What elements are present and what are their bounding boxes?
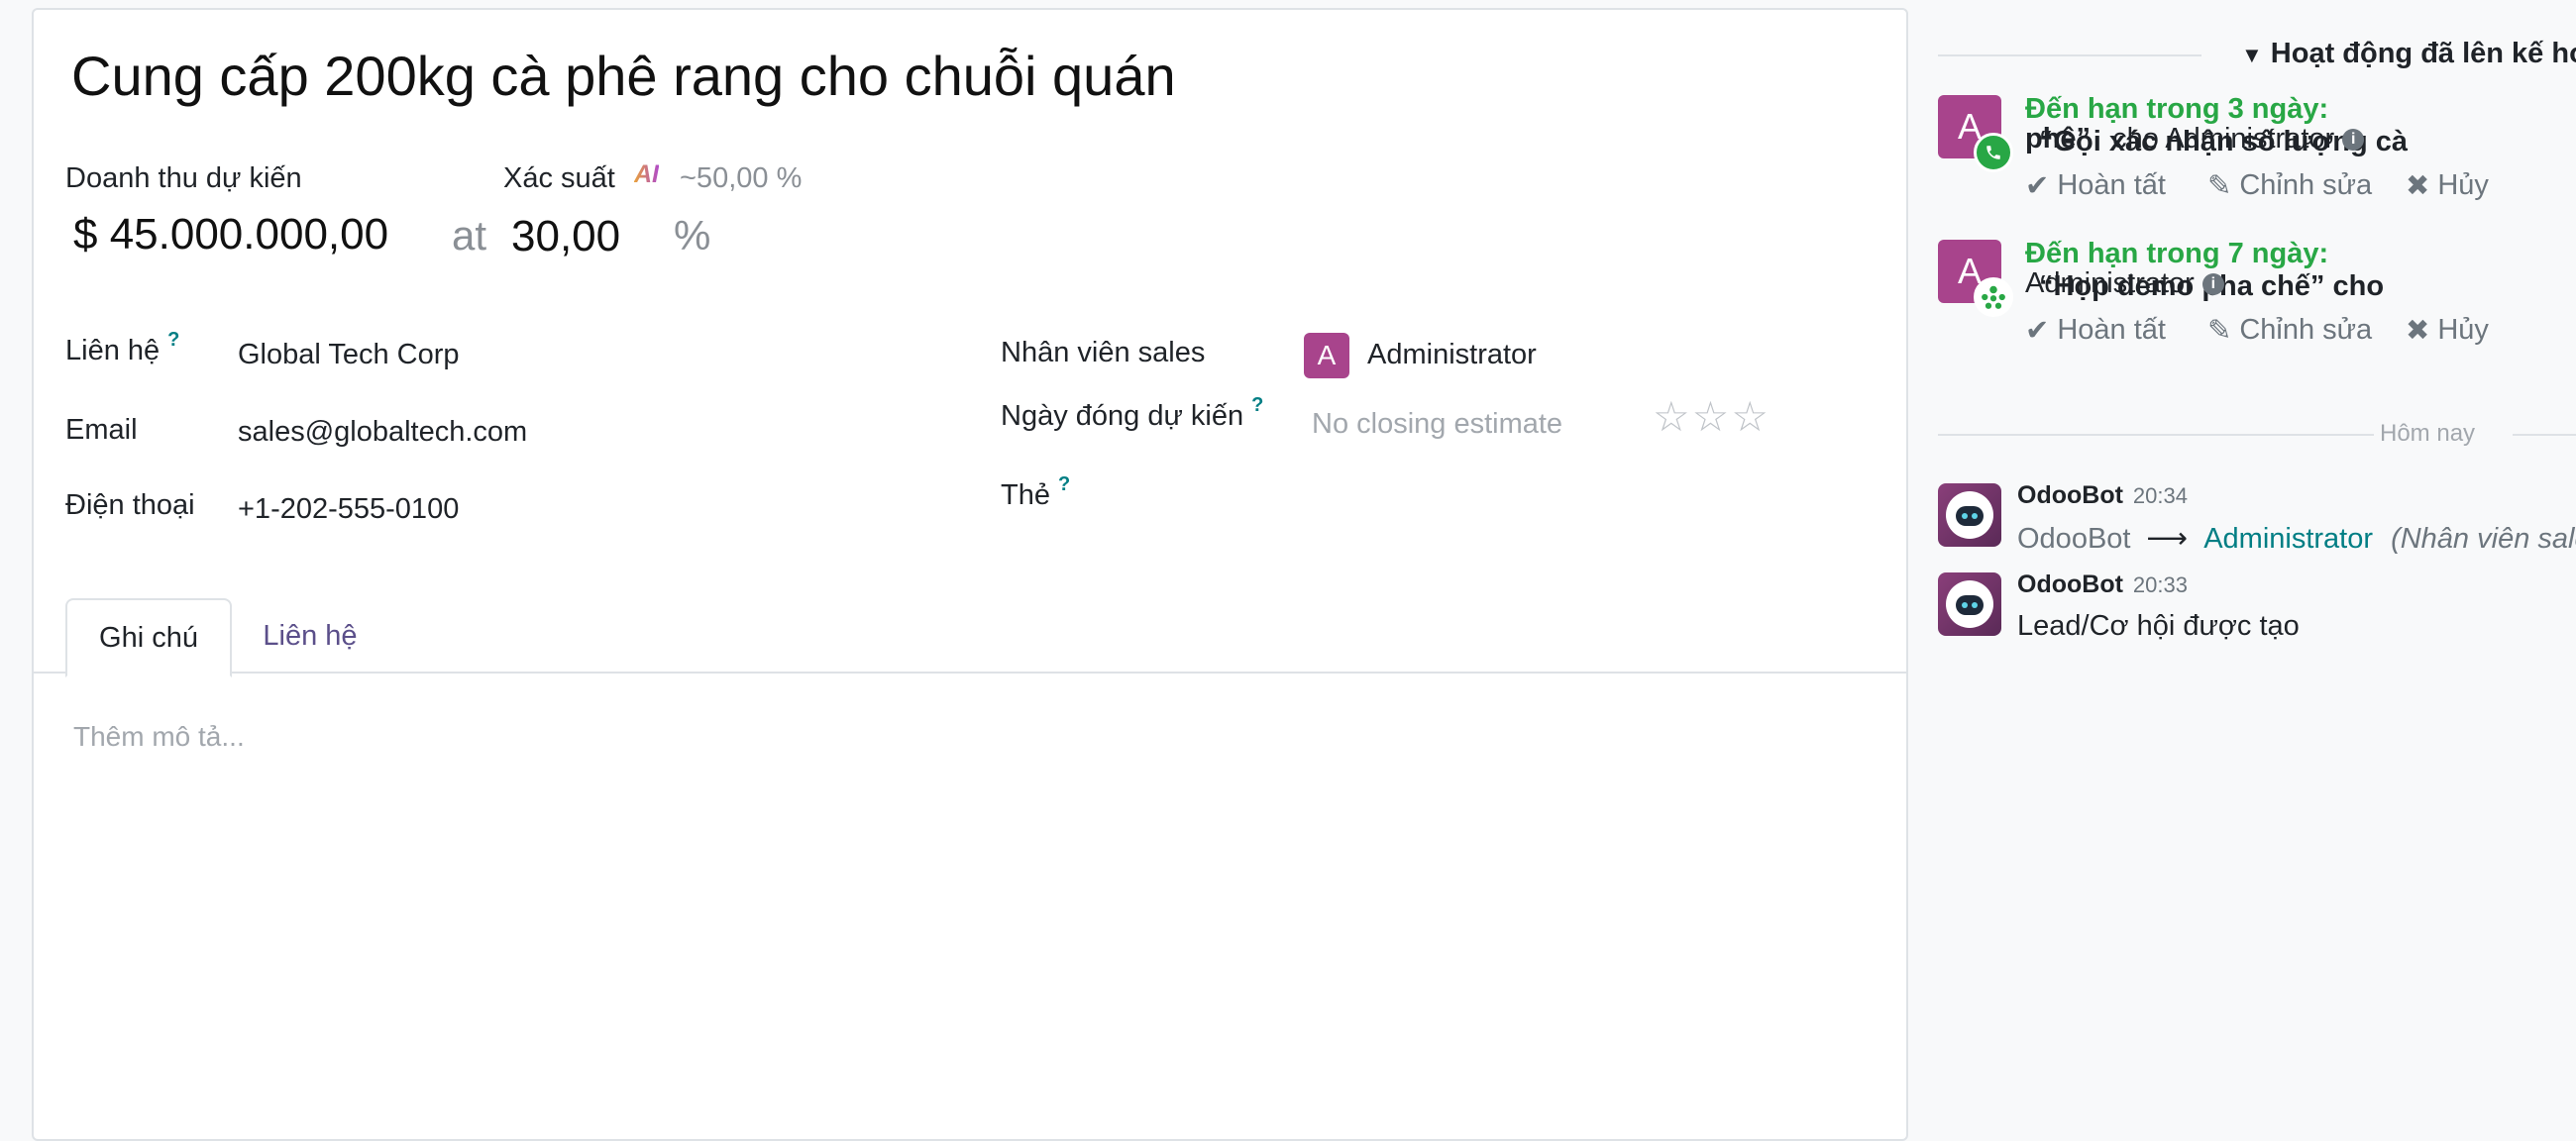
message-time: 20:33 — [2132, 572, 2188, 597]
author-name[interactable]: OdooBot — [2017, 481, 2123, 509]
tracking-message: OdooBot ⟶ Administrator (Nhân viên sales… — [2017, 521, 2576, 556]
priority-stars: ☆☆☆ — [1653, 392, 1771, 441]
message-time: 20:34 — [2132, 483, 2188, 508]
activity-summary-cont: phê” — [2025, 123, 2092, 155]
closing-date-input[interactable]: No closing estimate — [1312, 408, 1562, 441]
info-icon[interactable]: i — [2201, 273, 2224, 296]
email-label: Email — [65, 414, 138, 446]
expected-revenue-input[interactable]: $ 45.000.000,00 — [73, 210, 388, 259]
edit-label: Chỉnh sửa — [2239, 169, 2373, 201]
activity-cancel-button[interactable]: ✖ Hủy — [2406, 168, 2489, 203]
activity-cancel-button[interactable]: ✖ Hủy — [2406, 313, 2489, 348]
ai-badge-text: AI — [634, 160, 659, 188]
activity-line2: Administrator i — [2025, 267, 2224, 300]
message-author: OdooBot 20:33 — [2017, 570, 2188, 599]
meeting-icon — [1974, 277, 2013, 317]
odoobot-avatar — [1938, 572, 2001, 636]
tracking-new-value: Administrator — [2203, 523, 2374, 555]
star-icon[interactable]: ☆ — [1692, 393, 1732, 440]
contact-label-text: Liên hệ — [65, 335, 161, 366]
tracking-old-value: OdooBot — [2017, 523, 2131, 555]
phone-field[interactable]: +1-202-555-0100 — [238, 493, 459, 526]
date-separator-line — [2513, 434, 2576, 436]
activity-assignee: Administrator — [2025, 267, 2195, 299]
date-separator-line — [1938, 434, 2374, 436]
contact-field[interactable]: Global Tech Corp — [238, 339, 460, 371]
info-icon[interactable]: i — [2342, 129, 2365, 152]
odoobot-avatar — [1938, 483, 2001, 547]
activity-assignee: cho Administrator — [2112, 123, 2335, 155]
done-label: Hoàn tất — [2057, 314, 2166, 346]
probability-input[interactable]: 30,00 — [511, 212, 620, 261]
chatter-divider — [1938, 54, 2201, 56]
opportunity-title[interactable]: Cung cấp 200kg cà phê rang cho chuỗi quá… — [71, 44, 1176, 108]
salesperson-avatar: A — [1304, 333, 1349, 378]
help-icon[interactable]: ? — [167, 329, 179, 351]
message-author: OdooBot 20:34 — [2017, 481, 2188, 510]
description-editor[interactable]: Thêm mô tả... — [73, 721, 245, 753]
phone-icon — [1974, 133, 2013, 172]
activity-due: Đến hạn trong 3 ngày: — [2025, 93, 2329, 125]
probability-label: Xác suất — [503, 162, 615, 194]
ai-probability-estimate[interactable]: ~50,00 % — [680, 162, 802, 195]
caret-down-icon: ▼ — [2241, 43, 2263, 67]
star-icon[interactable]: ☆ — [1731, 393, 1771, 440]
cancel-label: Hủy — [2437, 169, 2489, 201]
pencil-icon: ✎ — [2207, 315, 2232, 347]
salesperson-field[interactable]: Administrator — [1367, 339, 1537, 371]
tracking-field-name: (Nhân viên sales) — [2391, 523, 2576, 555]
email-field[interactable]: sales@globaltech.com — [238, 416, 527, 449]
closing-date-label-text: Ngày đóng dự kiến — [1001, 400, 1244, 432]
help-icon[interactable]: ? — [1251, 394, 1263, 416]
tags-label-text: Thẻ — [1001, 479, 1050, 511]
pencil-icon: ✎ — [2207, 170, 2232, 202]
author-name[interactable]: OdooBot — [2017, 570, 2123, 598]
activity-done-button[interactable]: ✔ Hoàn tất — [2025, 168, 2166, 203]
activity-line2: phê” cho Administrator i — [2025, 123, 2365, 156]
help-icon[interactable]: ? — [1058, 473, 1070, 495]
close-icon: ✖ — [2406, 170, 2430, 202]
planned-activities-toggle[interactable]: ▼ Hoạt động đã lên kế hoạch — [2241, 38, 2576, 70]
phone-label: Điện thoại — [65, 489, 195, 521]
message-body: Lead/Cơ hội được tạo — [2017, 610, 2300, 642]
tab-contact[interactable]: Liên hệ — [236, 598, 384, 674]
expected-revenue-label: Doanh thu dự kiến — [65, 162, 302, 194]
date-separator: Hôm nay — [2380, 420, 2476, 447]
edit-label: Chỉnh sửa — [2239, 314, 2373, 346]
arrow-right-icon: ⟶ — [2146, 523, 2189, 555]
ai-probability-icon[interactable]: AI — [634, 160, 659, 189]
cancel-label: Hủy — [2437, 314, 2489, 346]
tags-input[interactable] — [1304, 479, 1859, 519]
salesperson-label: Nhân viên sales — [1001, 337, 1206, 368]
closing-date-label: Ngày đóng dự kiến? — [1001, 394, 1263, 433]
tab-notes[interactable]: Ghi chú — [65, 598, 232, 677]
contact-label: Liên hệ? — [65, 329, 179, 367]
check-icon: ✔ — [2025, 170, 2050, 202]
tags-label: Thẻ? — [1001, 473, 1070, 512]
activity-edit-button[interactable]: ✎ Chỉnh sửa — [2207, 168, 2372, 203]
check-icon: ✔ — [2025, 315, 2050, 347]
done-label: Hoàn tất — [2057, 169, 2166, 201]
activity-edit-button[interactable]: ✎ Chỉnh sửa — [2207, 313, 2372, 348]
percent-sign: % — [674, 212, 711, 259]
activity-done-button[interactable]: ✔ Hoàn tất — [2025, 313, 2166, 348]
activity-due: Đến hạn trong 7 ngày: — [2025, 238, 2329, 269]
at-text: at — [452, 212, 487, 259]
star-icon[interactable]: ☆ — [1653, 393, 1692, 440]
close-icon: ✖ — [2406, 315, 2430, 347]
form-sheet — [32, 8, 1908, 1141]
planned-activities-title: Hoạt động đã lên kế hoạch — [2270, 38, 2576, 69]
